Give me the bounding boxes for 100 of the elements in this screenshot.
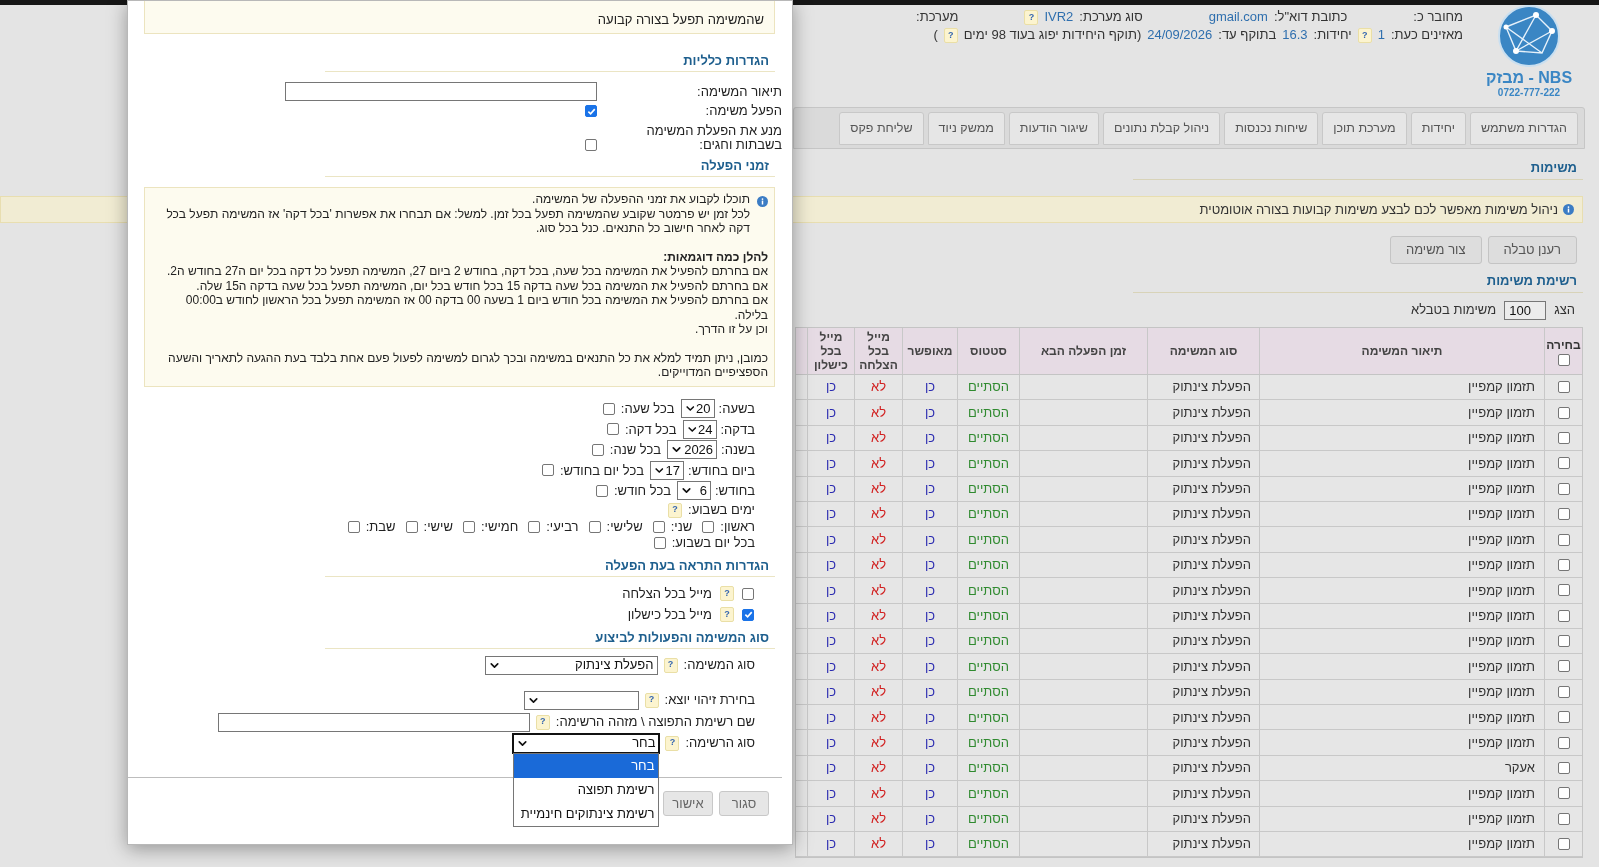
checkbox[interactable] [1557, 354, 1570, 366]
checkbox[interactable] [602, 402, 615, 415]
checkbox[interactable] [606, 423, 619, 436]
help-button[interactable]: ? [644, 692, 659, 708]
table-cell-text: תזמון קמפיין [1468, 581, 1535, 600]
checkbox[interactable] [585, 139, 597, 151]
checkbox[interactable] [1557, 406, 1570, 419]
checkbox[interactable] [652, 521, 665, 533]
page-size-field[interactable]: 100 [1504, 300, 1547, 320]
help-button[interactable]: ? [663, 657, 678, 673]
table-cell-text: הפעלת צינתוק [1172, 683, 1251, 702]
help-button[interactable]: ? [668, 502, 683, 518]
help-button[interactable]: ? [720, 607, 734, 622]
checkbox[interactable] [742, 587, 754, 600]
table-cell-text: לא [870, 759, 887, 778]
table-cell-text: הסתיים [968, 606, 1009, 625]
tab[interactable]: ממשק ניוד [927, 112, 1005, 145]
checkbox[interactable] [1557, 609, 1570, 622]
dropdown[interactable]: הפעלת צינתוק [484, 655, 658, 675]
tab[interactable]: שיגור הודעות [1008, 112, 1099, 145]
help-button[interactable]: ? [665, 735, 680, 751]
help-button[interactable]: ? [720, 586, 734, 601]
checkbox[interactable] [1557, 635, 1570, 648]
checkbox[interactable] [1557, 558, 1570, 571]
checkbox[interactable] [1557, 457, 1570, 470]
checkbox[interactable] [742, 608, 754, 621]
checkbox[interactable] [541, 464, 554, 477]
table-cell-text: כן [924, 708, 936, 727]
dialog-button[interactable]: אישור [663, 791, 713, 816]
tab[interactable]: שליחת פקס [839, 112, 924, 145]
checkbox[interactable] [1557, 736, 1570, 749]
dropdown[interactable]: 24 [682, 419, 717, 439]
info-label: ) [933, 26, 938, 44]
dropdown[interactable]: 2026 [667, 440, 718, 460]
dialog-button[interactable]: סגור [719, 791, 769, 816]
table-cell-text: לא [870, 632, 887, 651]
checkbox[interactable] [347, 521, 360, 533]
checkbox[interactable] [1557, 431, 1570, 444]
checkbox[interactable] [1557, 711, 1570, 724]
table-cell-text: הסתיים [968, 708, 1009, 727]
table-cell-text: הפעלת צינתוק [1172, 378, 1251, 397]
dropdown[interactable]: 20 [680, 399, 715, 419]
checkbox[interactable] [1557, 685, 1570, 698]
checkbox[interactable] [702, 521, 715, 533]
checkbox[interactable] [1557, 838, 1570, 851]
tab[interactable]: מערכת תוכן [1322, 112, 1407, 145]
tab[interactable]: שיחות נכנסות [1224, 112, 1319, 145]
help-button[interactable]: ? [535, 714, 550, 730]
info-label: (תוקף היחידות יפוג בעוד 98 ימים [963, 26, 1142, 44]
checkbox[interactable] [1557, 482, 1570, 495]
tab[interactable]: יחידות [1410, 112, 1466, 145]
checkbox[interactable] [1557, 381, 1570, 394]
checkbox[interactable] [462, 521, 475, 533]
dropdown-option[interactable]: רשימת תפוצה [514, 777, 659, 802]
table-cell-text: הסתיים [968, 632, 1009, 651]
help-button[interactable]: ? [943, 27, 958, 43]
dropdown-option[interactable]: בחר [514, 753, 659, 778]
toolbar-button[interactable]: צור משימה [1389, 236, 1482, 264]
checkbox[interactable] [591, 443, 604, 456]
checkbox[interactable] [1557, 584, 1570, 597]
checkbox[interactable] [528, 521, 541, 533]
dropdown[interactable]: 17 [650, 460, 684, 480]
note-text: שהמשימה תפעל בצורה קבועה [597, 10, 764, 29]
checkbox[interactable] [1557, 533, 1570, 546]
dropdown-option[interactable]: רשימת צינתוקים חינמיית [514, 801, 659, 826]
table-cell-text: הפעלת צינתוק [1172, 759, 1251, 778]
table-cell-text: כן [924, 759, 936, 778]
help-button[interactable]: ? [1357, 27, 1372, 43]
checkbox[interactable] [588, 521, 601, 533]
description-field[interactable] [285, 82, 597, 101]
table-cell-text: כן [924, 480, 936, 498]
dropdown[interactable] [523, 690, 639, 710]
info-label: בתוקף עד: [1218, 26, 1277, 44]
table-cell-text: לא [870, 733, 887, 752]
checkbox[interactable] [405, 521, 418, 533]
field-label: שם רשימת התפוצה \ מזהה הרשימה: [555, 713, 755, 732]
table-cell-text: תזמון קמפיין [1468, 530, 1535, 549]
table-cell-text: כן [825, 708, 837, 727]
checkbox[interactable] [1557, 508, 1570, 521]
field-label: בכל שעה: [620, 400, 675, 418]
tab[interactable]: ניהול קבלת נתונים [1102, 112, 1221, 145]
dropdown[interactable]: בחר [513, 733, 660, 753]
tab[interactable]: הגדרות משתמש [1470, 112, 1578, 145]
checkbox[interactable] [653, 537, 666, 549]
toolbar-button[interactable]: רענן טבלה [1487, 236, 1577, 264]
field-label: בשעה: [718, 400, 755, 418]
table-cell-text: תזמון קמפיין [1468, 429, 1535, 448]
checkbox[interactable] [1557, 812, 1570, 825]
table-cell-text: כן [825, 759, 837, 778]
table-cell-text: כן [825, 403, 837, 422]
checkbox[interactable] [595, 484, 608, 497]
column-header: מייל בכל הצלחה [858, 330, 899, 372]
help-button[interactable]: ? [1024, 9, 1039, 25]
checkbox[interactable] [1557, 762, 1570, 775]
list-name-field[interactable] [217, 712, 530, 732]
checkbox[interactable] [1557, 787, 1570, 800]
dropdown[interactable]: 6 [677, 481, 711, 501]
checkbox[interactable] [585, 105, 597, 117]
checkbox[interactable] [1557, 660, 1570, 673]
table-cell-text: תזמון קמפיין [1468, 835, 1535, 854]
